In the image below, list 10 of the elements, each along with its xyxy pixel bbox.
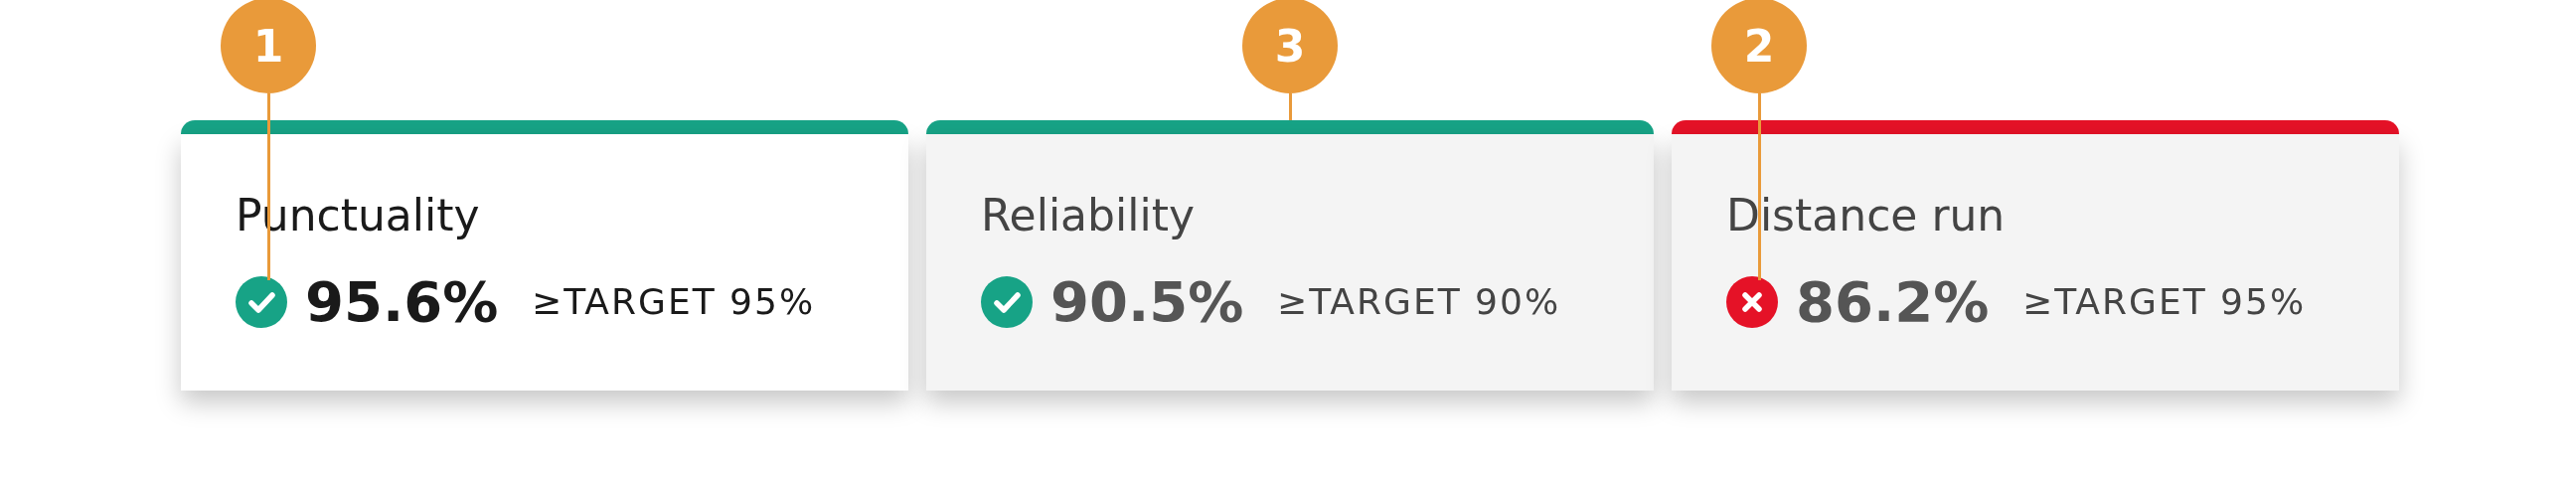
target-label: ≥TARGET 95% [2022, 281, 2307, 323]
metric-title: Reliability [981, 192, 1196, 240]
callout-marker: 3 [1242, 0, 1338, 93]
target-label: ≥TARGET 95% [532, 281, 816, 323]
callout-marker: 1 [221, 0, 316, 93]
metric-value: 90.5% [1050, 269, 1245, 335]
metric-value: 86.2% [1796, 269, 1991, 335]
target-label: ≥TARGET 90% [1277, 281, 1561, 323]
callout-marker: 2 [1711, 0, 1807, 93]
metric-value: 95.6% [305, 269, 500, 335]
